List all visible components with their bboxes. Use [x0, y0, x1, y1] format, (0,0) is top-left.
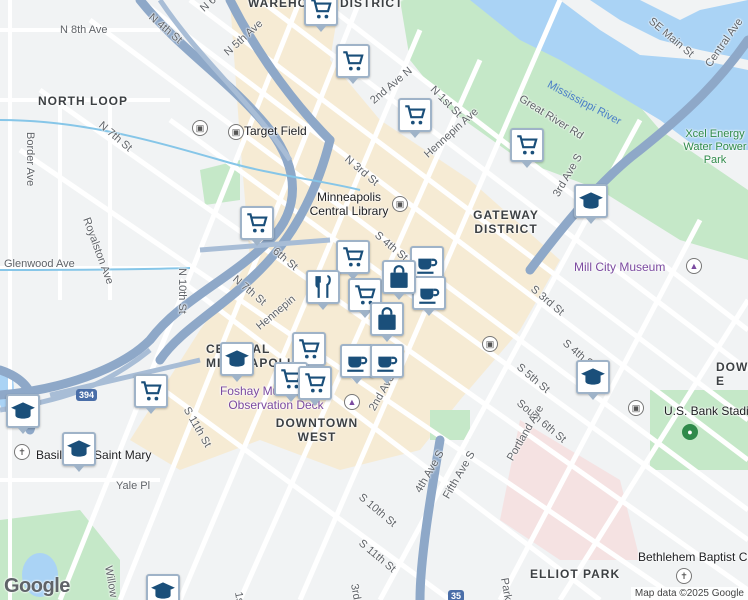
- gateway-district-label: GATEWAY DISTRICT: [473, 208, 539, 236]
- museum-icon[interactable]: ▲: [686, 258, 702, 274]
- transit-icon[interactable]: ▣: [192, 120, 208, 136]
- parking-icon[interactable]: ▣: [628, 400, 644, 416]
- street-1st: 1st: [232, 590, 247, 600]
- downtown-east-label: DOW E: [716, 360, 748, 388]
- restaurant-icon[interactable]: [306, 270, 340, 310]
- map-attribution[interactable]: Map data ©2025 Google: [630, 587, 748, 600]
- coffee-icon[interactable]: [340, 344, 374, 384]
- street-n10th: N 10th St: [176, 268, 188, 314]
- library-icon[interactable]: ▣: [392, 196, 408, 212]
- school-icon[interactable]: [6, 394, 40, 434]
- xcel-park-label: Xcel Energy Water Power Park: [683, 128, 747, 166]
- street-glenwood: Glenwood Ave: [4, 258, 75, 270]
- street-3rd-low: 3rd: [348, 582, 363, 600]
- cart-icon[interactable]: [398, 98, 432, 138]
- church-icon-2[interactable]: ✝: [676, 568, 692, 584]
- map-canvas[interactable]: WAREHOUSE DISTRICT NORTH LOOP GATEWAY DI…: [0, 0, 748, 600]
- street-yale: Yale Pl: [116, 480, 151, 492]
- bag-icon[interactable]: [382, 260, 416, 300]
- north-loop-label: NORTH LOOP: [38, 94, 128, 108]
- coffee-icon[interactable]: [370, 344, 404, 384]
- hwy-35-shield: 35: [448, 590, 465, 600]
- elliot-park-label: ELLIOT PARK: [530, 567, 621, 581]
- cart-icon[interactable]: [336, 240, 370, 280]
- school-icon[interactable]: [146, 574, 180, 600]
- cart-icon[interactable]: [510, 128, 544, 168]
- cart-icon[interactable]: [304, 0, 338, 32]
- central-library-label: Minneapolis Central Library: [309, 190, 389, 218]
- bus-icon[interactable]: ▣: [482, 336, 498, 352]
- us-bank-stadium-label: U.S. Bank Stadium: [664, 404, 748, 418]
- coffee-icon[interactable]: [412, 276, 446, 316]
- cart-icon[interactable]: [298, 366, 332, 406]
- downtown-west-label: DOWNTOWN WEST: [275, 416, 359, 444]
- target-field-label: Target Field: [244, 124, 307, 138]
- bethlehem-church-label: Bethlehem Baptist Church: [638, 550, 748, 564]
- stadium-icon[interactable]: ▣: [228, 124, 244, 140]
- foshay-icon[interactable]: ▲: [344, 394, 360, 410]
- bag-icon[interactable]: [370, 302, 404, 342]
- school-icon[interactable]: [220, 342, 254, 382]
- cart-icon[interactable]: [240, 206, 274, 246]
- street-border-ave: Border Ave: [24, 132, 36, 187]
- church-icon[interactable]: ✝: [14, 444, 30, 460]
- stadium-green-icon[interactable]: ●: [682, 424, 698, 440]
- cart-icon[interactable]: [134, 374, 168, 414]
- hwy-394-shield: 394: [76, 389, 98, 401]
- cart-icon[interactable]: [292, 332, 326, 372]
- cart-icon[interactable]: [336, 44, 370, 84]
- street-n8th-ave: N 8th Ave: [60, 24, 108, 36]
- school-icon[interactable]: [62, 432, 96, 472]
- school-icon[interactable]: [576, 360, 610, 400]
- google-logo[interactable]: Google: [4, 575, 70, 598]
- school-icon[interactable]: [574, 184, 608, 224]
- mill-city-museum-label: Mill City Museum: [574, 260, 666, 274]
